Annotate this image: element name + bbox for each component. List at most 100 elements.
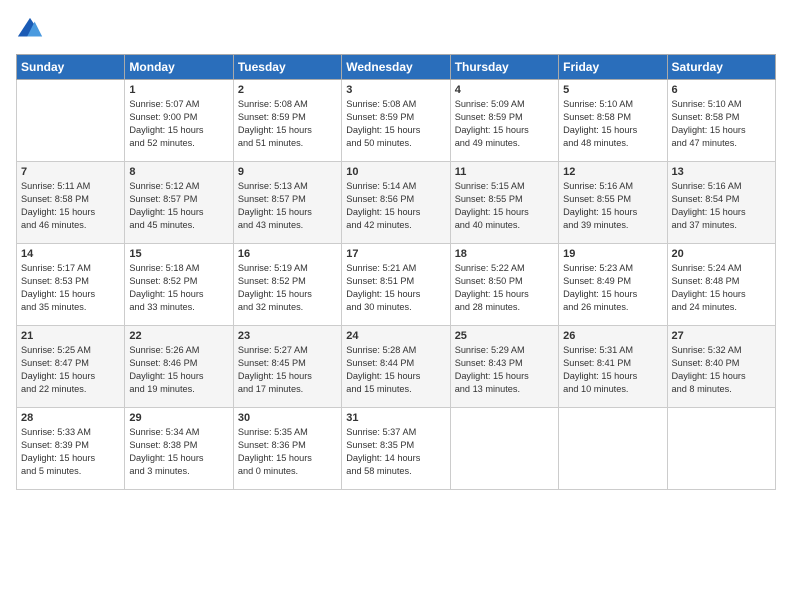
day-cell: 30Sunrise: 5:35 AMSunset: 8:36 PMDayligh… — [233, 408, 341, 490]
day-info: Sunrise: 5:11 AMSunset: 8:58 PMDaylight:… — [21, 180, 120, 232]
day-number: 30 — [238, 412, 337, 424]
week-row-1: 7Sunrise: 5:11 AMSunset: 8:58 PMDaylight… — [17, 162, 776, 244]
day-cell: 21 Sunrise: 5:25 AMSunset: 8:47 PMDayligh… — [17, 326, 125, 408]
day-info: Sunrise: 5:18 AMSunset: 8:52 PMDaylight:… — [129, 262, 228, 314]
day-cell: 27 Sunrise: 5:32 AMSunset: 8:40 PMDayligh… — [667, 326, 775, 408]
day-number: 23 — [238, 330, 337, 342]
day-cell: 8Sunrise: 5:12 AMSunset: 8:57 PMDaylight… — [125, 162, 233, 244]
day-info: Sunrise: 5:31 AMSunset: 8:41 PMDaylight:… — [563, 344, 662, 396]
day-info: Sunrise: 5:13 AMSunset: 8:57 PMDaylight:… — [238, 180, 337, 232]
day-number: 25 — [455, 330, 554, 342]
day-info: Sunrise: 5:24 AMSunset: 8:48 PMDaylight:… — [672, 262, 771, 314]
day-cell: 9 Sunrise: 5:13 AMSunset: 8:57 PMDaylight… — [233, 162, 341, 244]
day-number: 2 — [238, 84, 337, 96]
week-row-3: 21 Sunrise: 5:25 AMSunset: 8:47 PMDayligh… — [17, 326, 776, 408]
day-number: 21 — [21, 330, 120, 342]
day-info: Sunrise: 5:29 AMSunset: 8:43 PMDaylight:… — [455, 344, 554, 396]
day-cell — [667, 408, 775, 490]
day-cell: 20 Sunrise: 5:24 AMSunset: 8:48 PMDayligh… — [667, 244, 775, 326]
day-cell: 25 Sunrise: 5:29 AMSunset: 8:43 PMDayligh… — [450, 326, 558, 408]
day-cell: 11 Sunrise: 5:15 AMSunset: 8:55 PMDayligh… — [450, 162, 558, 244]
week-row-4: 28 Sunrise: 5:33 AMSunset: 8:39 PMDayligh… — [17, 408, 776, 490]
day-number: 26 — [563, 330, 662, 342]
day-number: 17 — [346, 248, 445, 260]
day-info: Sunrise: 5:27 AMSunset: 8:45 PMDaylight:… — [238, 344, 337, 396]
page-header — [16, 16, 776, 44]
day-cell: 5 Sunrise: 5:10 AMSunset: 8:58 PMDaylight… — [559, 80, 667, 162]
weekday-tuesday: Tuesday — [233, 55, 341, 80]
day-cell: 15 Sunrise: 5:18 AMSunset: 8:52 PMDayligh… — [125, 244, 233, 326]
day-number: 15 — [129, 248, 228, 260]
day-cell: 14 Sunrise: 5:17 AMSunset: 8:53 PMDayligh… — [17, 244, 125, 326]
day-cell: 12Sunrise: 5:16 AMSunset: 8:55 PMDayligh… — [559, 162, 667, 244]
day-number: 22 — [129, 330, 228, 342]
calendar-body: 1 Sunrise: 5:07 AMSunset: 9:00 PMDaylight… — [17, 80, 776, 490]
day-cell: 23 Sunrise: 5:27 AMSunset: 8:45 PMDayligh… — [233, 326, 341, 408]
day-info: Sunrise: 5:26 AMSunset: 8:46 PMDaylight:… — [129, 344, 228, 396]
day-cell: 26 Sunrise: 5:31 AMSunset: 8:41 PMDayligh… — [559, 326, 667, 408]
day-cell: 6 Sunrise: 5:10 AMSunset: 8:58 PMDaylight… — [667, 80, 775, 162]
weekday-saturday: Saturday — [667, 55, 775, 80]
day-info: Sunrise: 5:09 AMSunset: 8:59 PMDaylight:… — [455, 98, 554, 150]
day-info: Sunrise: 5:33 AMSunset: 8:39 PMDaylight:… — [21, 426, 120, 478]
day-number: 4 — [455, 84, 554, 96]
day-info: Sunrise: 5:37 AMSunset: 8:35 PMDaylight:… — [346, 426, 445, 478]
day-cell — [559, 408, 667, 490]
day-cell: 13 Sunrise: 5:16 AMSunset: 8:54 PMDayligh… — [667, 162, 775, 244]
day-number: 24 — [346, 330, 445, 342]
day-info: Sunrise: 5:17 AMSunset: 8:53 PMDaylight:… — [21, 262, 120, 314]
day-info: Sunrise: 5:15 AMSunset: 8:55 PMDaylight:… — [455, 180, 554, 232]
day-info: Sunrise: 5:07 AMSunset: 9:00 PMDaylight:… — [129, 98, 228, 150]
day-number: 13 — [672, 166, 771, 178]
day-number: 28 — [21, 412, 120, 424]
day-info: Sunrise: 5:10 AMSunset: 8:58 PMDaylight:… — [672, 98, 771, 150]
day-info: Sunrise: 5:16 AMSunset: 8:55 PMDaylight:… — [563, 180, 662, 232]
weekday-header: SundayMondayTuesdayWednesdayThursdayFrid… — [17, 55, 776, 80]
weekday-friday: Friday — [559, 55, 667, 80]
weekday-thursday: Thursday — [450, 55, 558, 80]
day-cell: 17 Sunrise: 5:21 AMSunset: 8:51 PMDayligh… — [342, 244, 450, 326]
day-cell: 28 Sunrise: 5:33 AMSunset: 8:39 PMDayligh… — [17, 408, 125, 490]
day-cell: 3Sunrise: 5:08 AMSunset: 8:59 PMDaylight… — [342, 80, 450, 162]
weekday-wednesday: Wednesday — [342, 55, 450, 80]
day-number: 31 — [346, 412, 445, 424]
day-info: Sunrise: 5:14 AMSunset: 8:56 PMDaylight:… — [346, 180, 445, 232]
day-info: Sunrise: 5:22 AMSunset: 8:50 PMDaylight:… — [455, 262, 554, 314]
day-cell: 7Sunrise: 5:11 AMSunset: 8:58 PMDaylight… — [17, 162, 125, 244]
day-info: Sunrise: 5:25 AMSunset: 8:47 PMDaylight:… — [21, 344, 120, 396]
day-info: Sunrise: 5:08 AMSunset: 8:59 PMDaylight:… — [238, 98, 337, 150]
day-cell: 18 Sunrise: 5:22 AMSunset: 8:50 PMDayligh… — [450, 244, 558, 326]
weekday-sunday: Sunday — [17, 55, 125, 80]
day-info: Sunrise: 5:28 AMSunset: 8:44 PMDaylight:… — [346, 344, 445, 396]
logo — [16, 16, 46, 44]
day-info: Sunrise: 5:21 AMSunset: 8:51 PMDaylight:… — [346, 262, 445, 314]
day-cell: 2 Sunrise: 5:08 AMSunset: 8:59 PMDaylight… — [233, 80, 341, 162]
day-number: 9 — [238, 166, 337, 178]
day-number: 18 — [455, 248, 554, 260]
day-number: 8 — [129, 166, 228, 178]
day-cell — [17, 80, 125, 162]
day-info: Sunrise: 5:10 AMSunset: 8:58 PMDaylight:… — [563, 98, 662, 150]
day-cell: 10Sunrise: 5:14 AMSunset: 8:56 PMDayligh… — [342, 162, 450, 244]
day-cell — [450, 408, 558, 490]
day-info: Sunrise: 5:23 AMSunset: 8:49 PMDaylight:… — [563, 262, 662, 314]
day-cell: 19Sunrise: 5:23 AMSunset: 8:49 PMDayligh… — [559, 244, 667, 326]
day-number: 5 — [563, 84, 662, 96]
logo-icon — [16, 16, 44, 44]
day-number: 6 — [672, 84, 771, 96]
day-cell: 1 Sunrise: 5:07 AMSunset: 9:00 PMDaylight… — [125, 80, 233, 162]
day-info: Sunrise: 5:16 AMSunset: 8:54 PMDaylight:… — [672, 180, 771, 232]
day-cell: 4 Sunrise: 5:09 AMSunset: 8:59 PMDaylight… — [450, 80, 558, 162]
day-number: 3 — [346, 84, 445, 96]
week-row-2: 14 Sunrise: 5:17 AMSunset: 8:53 PMDayligh… — [17, 244, 776, 326]
day-info: Sunrise: 5:32 AMSunset: 8:40 PMDaylight:… — [672, 344, 771, 396]
day-cell: 22 Sunrise: 5:26 AMSunset: 8:46 PMDayligh… — [125, 326, 233, 408]
day-number: 16 — [238, 248, 337, 260]
day-cell: 29Sunrise: 5:34 AMSunset: 8:38 PMDayligh… — [125, 408, 233, 490]
day-number: 20 — [672, 248, 771, 260]
day-number: 1 — [129, 84, 228, 96]
weekday-monday: Monday — [125, 55, 233, 80]
day-number: 27 — [672, 330, 771, 342]
day-number: 14 — [21, 248, 120, 260]
day-number: 11 — [455, 166, 554, 178]
